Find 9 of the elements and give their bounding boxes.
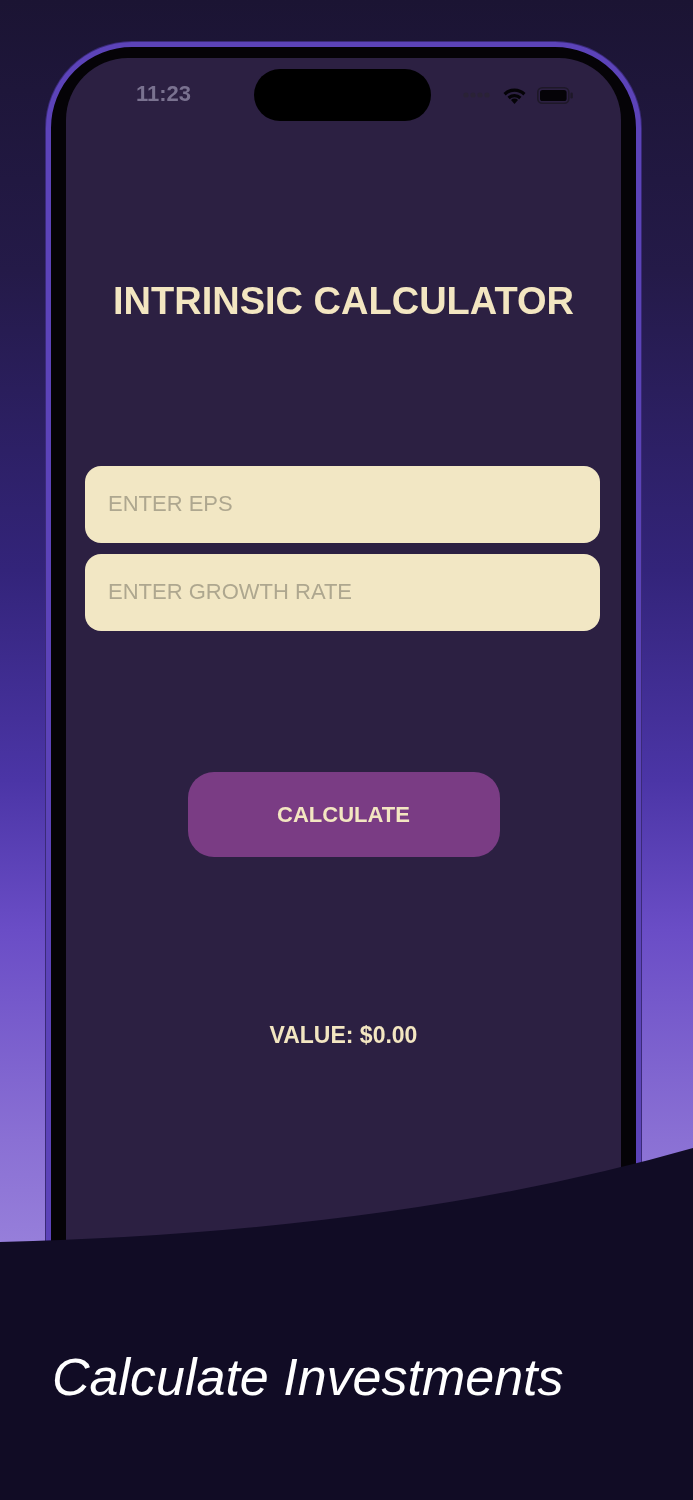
app-title: INTRINSIC CALCULATOR: [113, 279, 574, 324]
wifi-icon: [503, 86, 526, 104]
caption-text: Calculate Investments: [52, 1347, 564, 1408]
status-time: 11:23: [136, 80, 192, 106]
input-field[interactable]: ENTER EPS: [85, 465, 600, 543]
result-value: VALUE: $0.00: [269, 1021, 418, 1050]
calculate-button[interactable]: CALCULATE: [187, 771, 500, 857]
battery-icon: [537, 86, 573, 104]
input-field[interactable]: ENTER GROWTH RATE: [85, 553, 600, 631]
